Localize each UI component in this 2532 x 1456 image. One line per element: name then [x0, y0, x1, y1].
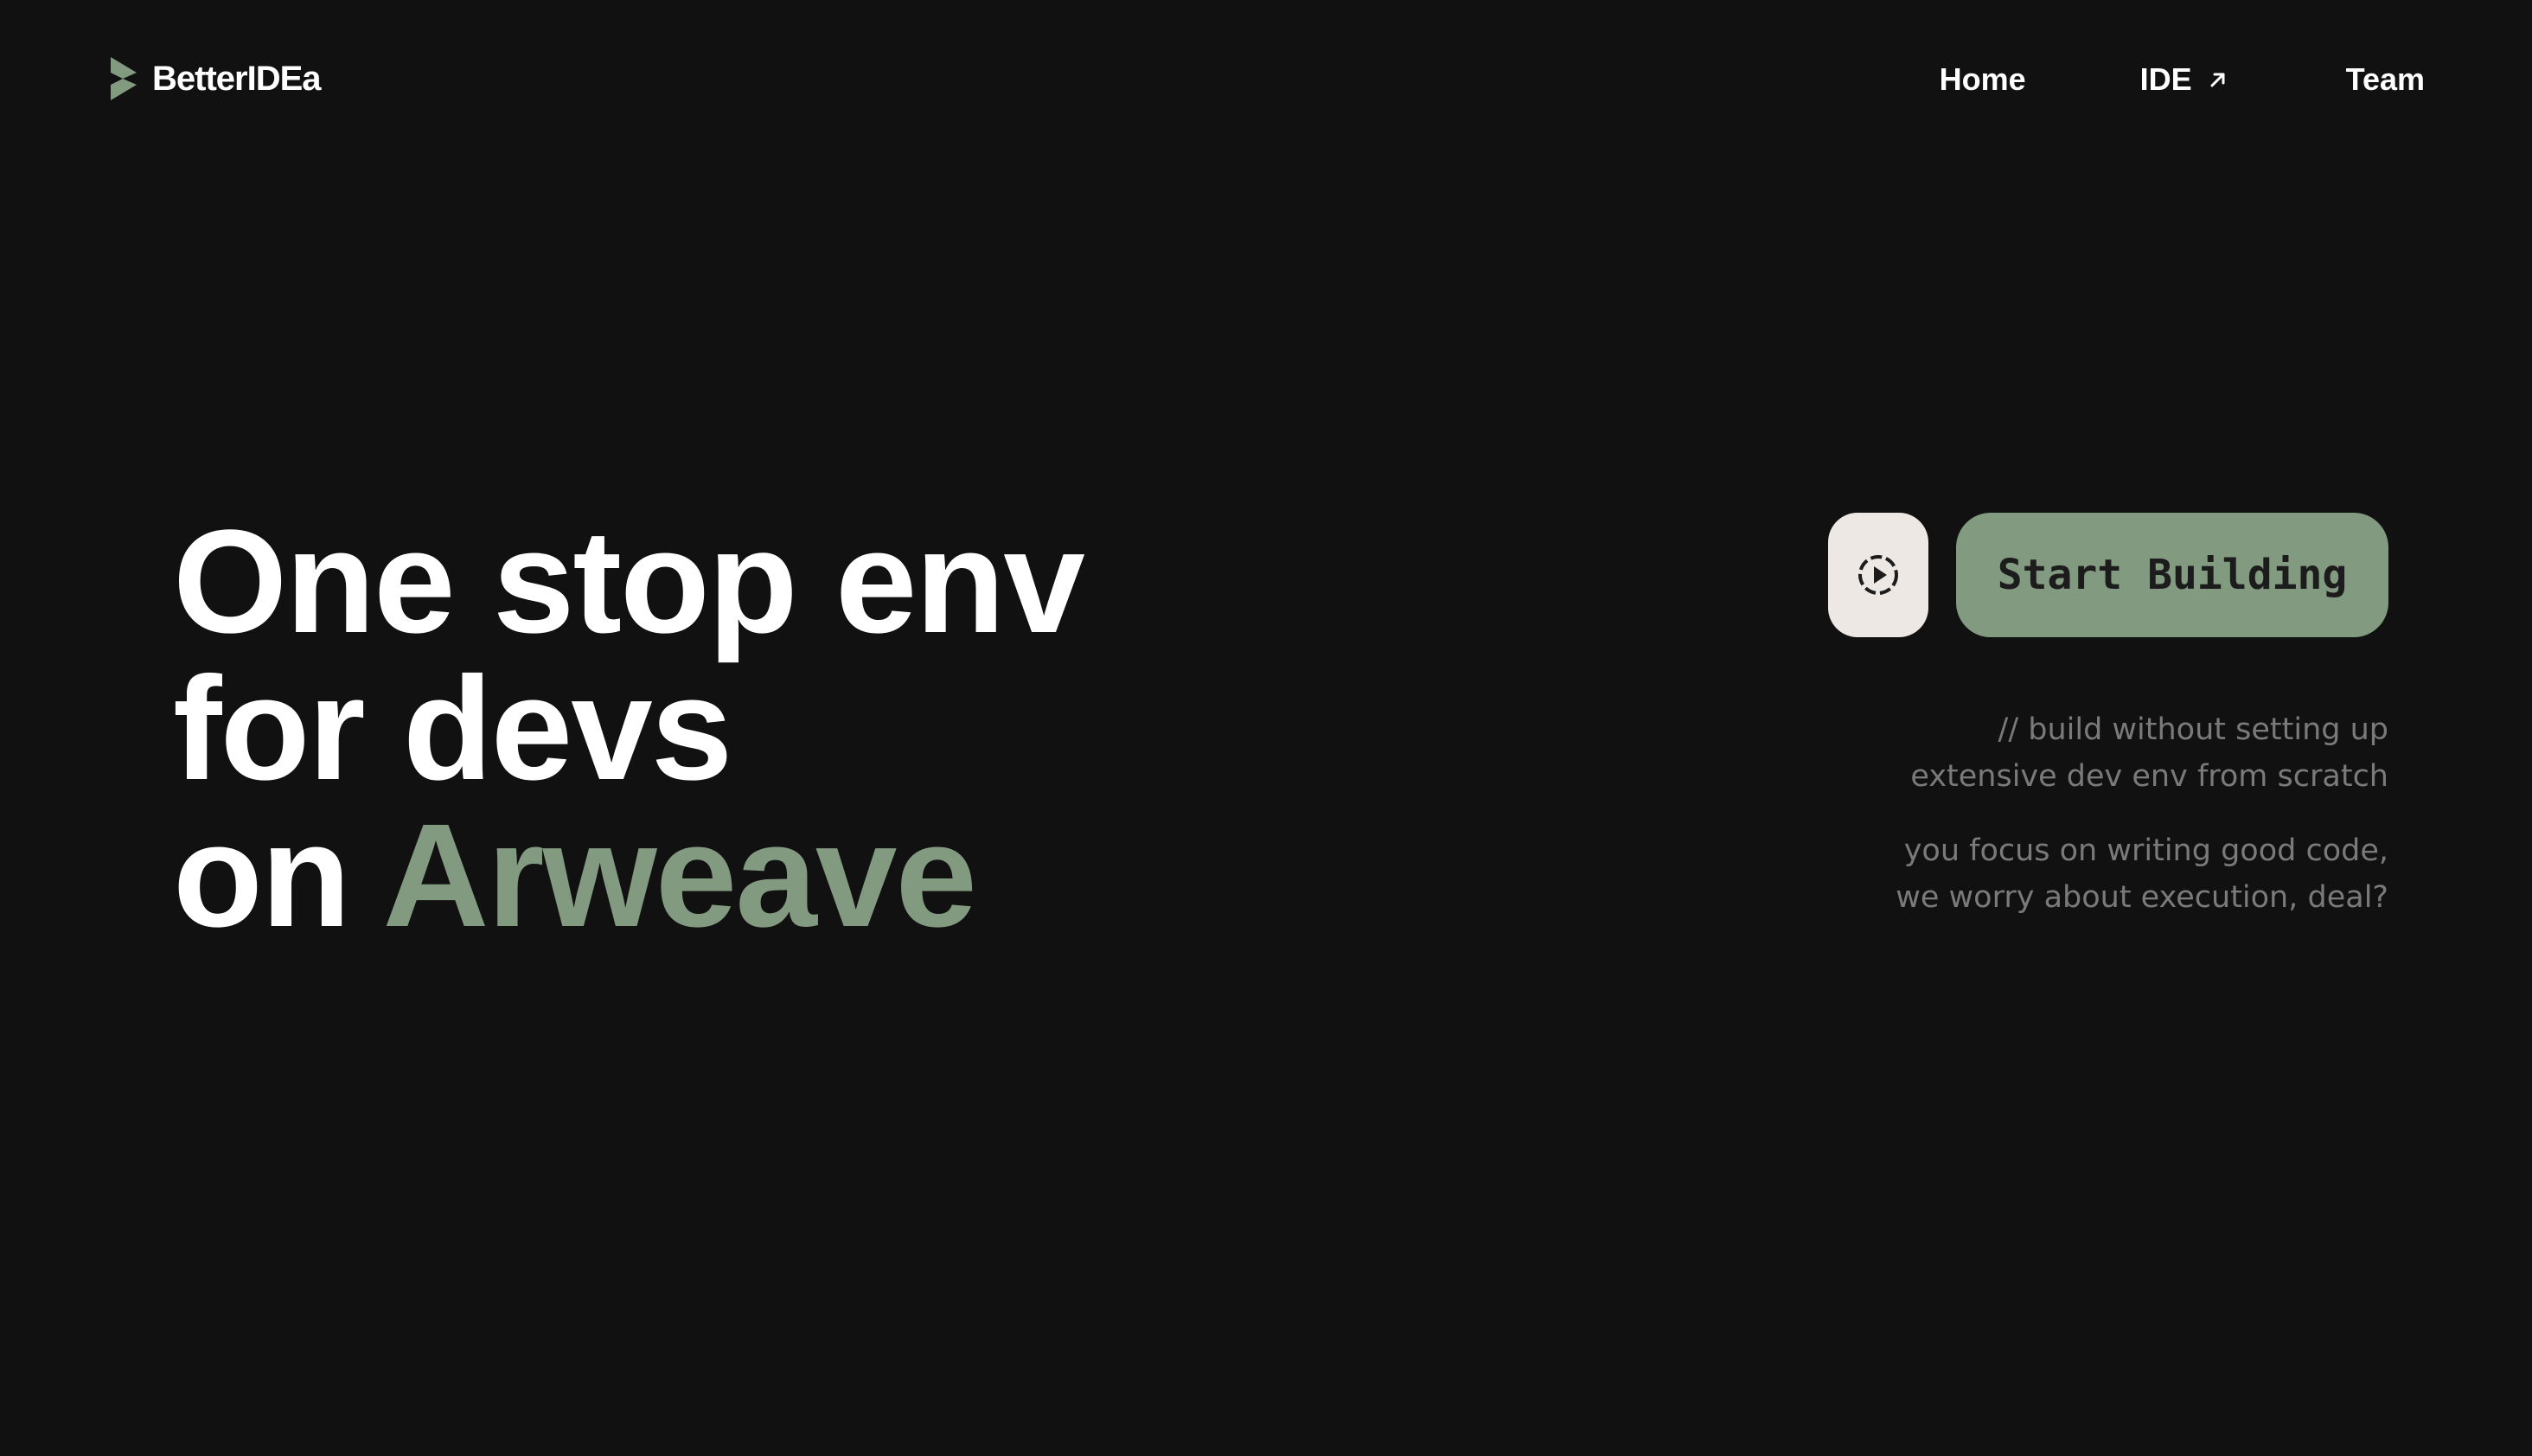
- tagline-focus-line-2: we worry about execution, deal?: [1896, 880, 2388, 915]
- tagline-build-line-1: // build without setting up: [1998, 712, 2388, 747]
- headline-line-3: on Arweave: [173, 802, 1084, 949]
- tagline-build-line-2: extensive dev env from scratch: [1910, 759, 2388, 794]
- nav-ide-link[interactable]: IDE: [2140, 61, 2228, 98]
- logo-icon: [111, 57, 137, 100]
- nav-home-label: Home: [1939, 61, 2026, 97]
- headline-line-1: One stop env: [173, 500, 1085, 664]
- tagline-focus: you focus on writing good code, we worry…: [1896, 827, 2388, 921]
- landing-page: BetterIDEa Home IDE Team One stop env fo…: [0, 0, 2532, 1456]
- nav-ide-label: IDE: [2139, 61, 2192, 97]
- nav-team-link[interactable]: Team: [2346, 61, 2425, 98]
- logo-text: BetterIDEa: [152, 59, 322, 98]
- headline-accent-word: Arweave: [382, 794, 977, 958]
- nav-team-label: Team: [2345, 61, 2425, 97]
- tagline-build: // build without setting up extensive de…: [1910, 706, 2388, 800]
- start-building-button[interactable]: Start Building: [1956, 513, 2388, 637]
- external-arrow-icon: [2210, 73, 2225, 87]
- headline-line-2: for devs: [173, 647, 732, 811]
- logo-link[interactable]: BetterIDEa: [109, 57, 322, 100]
- watch-demo-button[interactable]: [1828, 513, 1928, 637]
- cta-row: Start Building: [1828, 513, 2388, 637]
- top-nav: Home IDE Team: [1940, 57, 2425, 102]
- nav-home-link[interactable]: Home: [1940, 61, 2026, 98]
- tagline-focus-line-1: you focus on writing good code,: [1903, 833, 2388, 868]
- hero-headline: One stop env for devs on Arweave: [173, 500, 1085, 949]
- play-circle-icon: [1858, 555, 1898, 595]
- headline-line-3-prefix: on: [173, 794, 383, 958]
